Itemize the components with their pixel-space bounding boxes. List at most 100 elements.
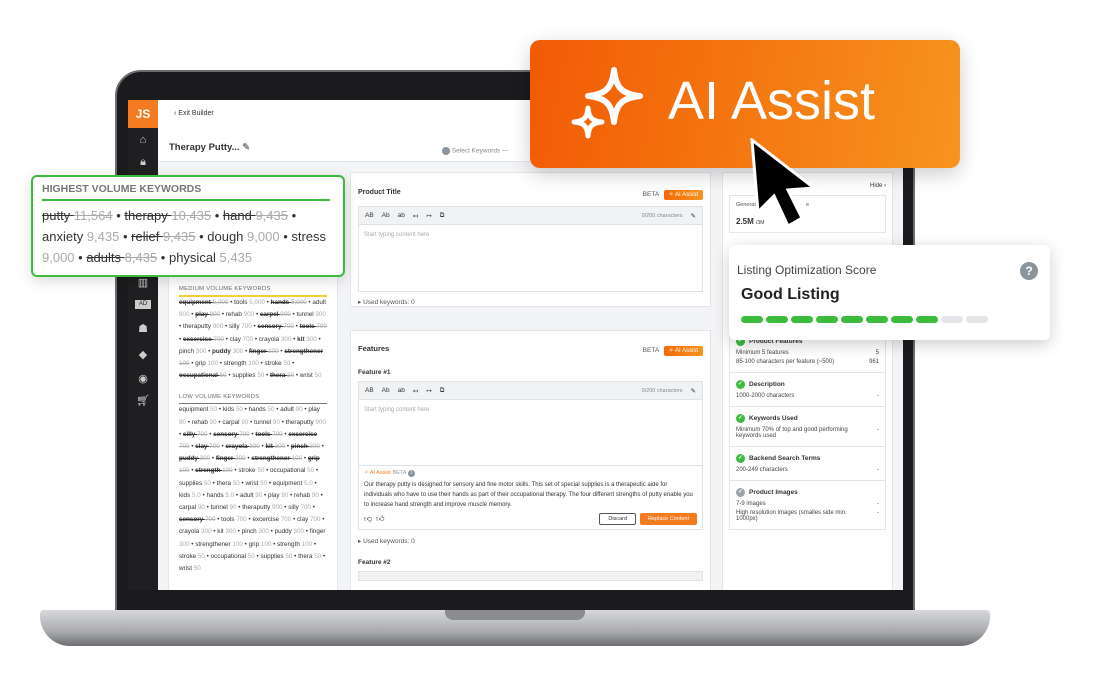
lock-icon[interactable]: 🔒︎ (135, 156, 151, 170)
keyword-item[interactable]: tools 700 (221, 516, 247, 523)
keyword-item[interactable]: tunnel 90 (254, 419, 280, 426)
keyword-item[interactable]: rehab 900 (226, 311, 254, 318)
cart-icon[interactable]: 🛒︎ (135, 394, 151, 408)
keyword-item[interactable]: pinch 300 (291, 443, 320, 450)
undo-icon[interactable]: ↤ (413, 387, 418, 395)
chrome-icon[interactable]: ◉ (135, 372, 151, 386)
undo-icon[interactable]: ↤ (413, 212, 418, 220)
keyword-item[interactable]: carpel 900 (260, 311, 291, 318)
keyword-item[interactable]: excercise 700 (183, 336, 224, 343)
keyword-item[interactable]: kit 300 (266, 443, 286, 450)
pencil-icon[interactable]: ✎ (242, 142, 250, 153)
help-icon[interactable]: ? (1020, 262, 1038, 280)
keyword-item[interactable]: stroke 50 (238, 467, 264, 474)
keyword-item[interactable]: wrist 50 (300, 372, 322, 379)
lowercase-button[interactable]: ab (398, 212, 405, 219)
feature-1-editor[interactable]: AB Ab ab ↤ ↦ ⧉ 0/200 characters ✎ Start typin… (358, 381, 703, 530)
product-title-editor[interactable]: AB Ab ab ↤ ↦ ⧉ 0/200 characters ✎ Start typin… (358, 206, 703, 292)
keyword-item[interactable]: wrist 50 (245, 480, 267, 487)
keyword-item[interactable]: tools 700 (255, 431, 282, 438)
copy-icon[interactable]: ⧉ (440, 387, 445, 395)
keyword-item[interactable]: kit 300 (297, 336, 317, 343)
keyword-item[interactable]: carpal 90 (222, 419, 248, 426)
pencil-icon[interactable]: ✎ (691, 212, 696, 220)
keyword-item[interactable]: thera 50 (217, 480, 240, 487)
thumbs-up-icon[interactable]: 👍︎ (376, 514, 384, 524)
keyword-item[interactable]: hands 5.0 (206, 492, 234, 499)
ai-assist-banner[interactable]: AI Assist (530, 40, 960, 168)
used-keywords-toggle[interactable]: ▸ Used keywords: 0 (358, 537, 703, 545)
keyword-item[interactable]: carpal 90 (179, 504, 205, 511)
titlecase-button[interactable]: Ab (382, 387, 390, 394)
keyword-item[interactable]: adults 8,435 (86, 250, 157, 265)
keyword-item[interactable]: equipment 5,0 (273, 480, 313, 487)
info-icon[interactable]: i (407, 470, 415, 477)
keyword-item[interactable]: puddy 300 (275, 528, 304, 535)
keyword-item[interactable]: tools 5,000 (234, 299, 265, 306)
keyword-item[interactable]: play 900 (195, 311, 220, 318)
keyword-item[interactable]: hands 5,000 (271, 299, 307, 306)
keyword-item[interactable]: finger 300 (249, 348, 279, 355)
redo-icon[interactable]: ↦ (426, 212, 431, 220)
keyword-item[interactable]: puddy 300 (212, 348, 243, 355)
keyword-item[interactable]: sensory 700 (213, 431, 249, 438)
chart-icon[interactable]: ▥ (135, 276, 151, 290)
keyword-item[interactable]: silly 700 (229, 323, 252, 330)
keyword-item[interactable]: finger 300 (216, 455, 246, 462)
keyword-item[interactable]: kids 5,0 (179, 492, 201, 499)
keyword-item[interactable]: crayola 300 (179, 528, 212, 535)
keyword-item[interactable]: adult 90 (240, 492, 262, 499)
keyword-item[interactable]: equipment 50 (179, 406, 217, 413)
keyword-item[interactable]: tunnel 900 (296, 311, 325, 318)
keyword-item[interactable]: strength 100 (277, 541, 312, 548)
keyword-item[interactable]: theraputty 900 (242, 504, 282, 511)
keyword-item[interactable]: silly 700 (183, 431, 208, 438)
keyword-item[interactable]: silly 700 (288, 504, 311, 511)
keyword-item[interactable]: adult 90 (280, 406, 302, 413)
keyword-item[interactable]: strengthener 100 (195, 541, 243, 548)
keyword-item[interactable]: anxiety 9,435 (42, 229, 119, 244)
keyword-item[interactable]: theraputty 900 (183, 323, 223, 330)
copy-icon[interactable]: ⧉ (440, 212, 445, 220)
keyword-item[interactable]: supplies 50 (179, 480, 211, 487)
keyword-item[interactable]: pinch 300 (179, 348, 206, 355)
keyword-item[interactable]: occupational 50 (211, 553, 255, 560)
keyword-item[interactable]: supplies 50 (260, 553, 292, 560)
keyword-item[interactable]: stroke 50 (179, 553, 205, 560)
keyword-item[interactable]: equipment 5,000 (179, 299, 228, 306)
ad-icon[interactable]: AD (135, 300, 151, 309)
lowercase-button[interactable]: ab (398, 387, 405, 394)
keyword-item[interactable]: grip 100 (195, 360, 218, 367)
keyword-item[interactable]: clay 700 (195, 443, 220, 450)
editor-placeholder[interactable]: Start typing content here (359, 225, 702, 245)
feature-2-editor[interactable] (358, 571, 703, 581)
keyword-item[interactable]: play 90 (268, 492, 288, 499)
exit-builder-link[interactable]: ‹ Exit Builder (174, 110, 214, 117)
keyword-item[interactable]: strength 100 (195, 467, 232, 474)
uppercase-button[interactable]: AB (365, 387, 374, 394)
keyword-item[interactable]: kids 50 (223, 406, 243, 413)
redo-icon[interactable]: ↦ (426, 387, 431, 395)
discard-button[interactable]: Discard (599, 513, 637, 525)
keyword-item[interactable]: grip 100 (249, 541, 272, 548)
ai-assist-button[interactable]: ✧ AI Assist (663, 346, 703, 356)
keyword-item[interactable]: hand 9,435 (223, 208, 288, 223)
keyword-item[interactable]: sensory 700 (179, 516, 215, 523)
keyword-item[interactable]: kit 300 (217, 528, 236, 535)
keyword-item[interactable]: stroke 50 (264, 360, 290, 367)
keyword-item[interactable]: crayola 300 (259, 336, 292, 343)
keyword-item[interactable]: clay 700 (297, 516, 320, 523)
keyword-item[interactable]: relief 9,435 (131, 229, 195, 244)
keyword-item[interactable]: strength 100 (224, 360, 259, 367)
keyword-item[interactable]: therapy 10,435 (124, 208, 211, 223)
keyword-item[interactable]: supplies 50 (232, 372, 264, 379)
keyword-item[interactable]: wrist 50 (179, 565, 201, 572)
academy-icon[interactable]: ☗ (135, 322, 151, 336)
keyword-item[interactable]: pinch 300 (242, 528, 269, 535)
keyword-item[interactable]: putty 11,564 (42, 208, 113, 223)
pencil-icon[interactable]: ✎ (691, 387, 696, 395)
replace-content-button[interactable]: Replace Content (640, 513, 697, 525)
keyword-item[interactable]: tools 700 (300, 323, 327, 330)
keyword-item[interactable]: rehab 90 (294, 492, 319, 499)
keyword-item[interactable]: thera 50 (270, 372, 294, 379)
